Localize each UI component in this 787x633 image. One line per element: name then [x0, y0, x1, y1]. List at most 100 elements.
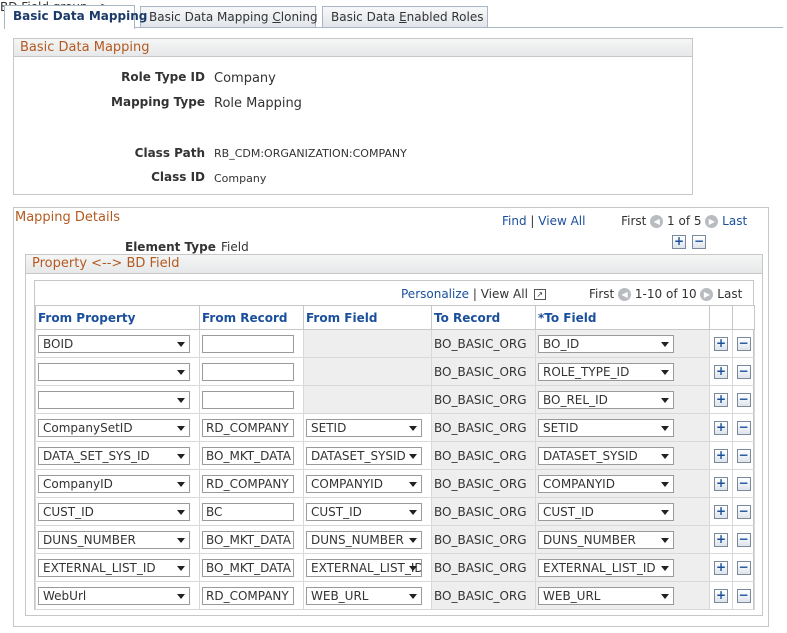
minus-icon[interactable]: −: [736, 420, 751, 435]
from-field-select[interactable]: DUNS_NUMBER: [306, 530, 422, 549]
from-property-select[interactable]: EXTERNAL_LIST_ID: [38, 558, 190, 577]
from-record-input[interactable]: [202, 334, 294, 353]
to-record-cell: BO_BASIC_ORG: [431, 553, 536, 582]
plus-icon[interactable]: +: [714, 420, 728, 435]
column-header-from-field[interactable]: From Field: [303, 305, 432, 330]
tab-label: nabled Roles: [406, 10, 484, 24]
remove-cell: −: [732, 525, 755, 554]
nav-separator: |: [530, 214, 535, 228]
to-field-select[interactable]: BO_ID: [538, 334, 674, 353]
from-property-select[interactable]: [38, 390, 190, 409]
arrow-right-icon[interactable]: ▶: [700, 288, 714, 301]
to-field-select[interactable]: ROLE_TYPE_ID: [538, 362, 674, 381]
from-record-input[interactable]: RD_COMPANY: [202, 418, 294, 437]
plus-icon[interactable]: +: [714, 560, 728, 575]
to-field-select[interactable]: COMPANYID: [538, 474, 674, 493]
from-field-select[interactable]: DATASET_SYSID: [306, 446, 422, 465]
minus-icon[interactable]: −: [736, 364, 751, 379]
from-property-select[interactable]: CompanyID: [38, 474, 190, 493]
from-property-select[interactable]: WebUrl: [38, 586, 190, 605]
plus-icon[interactable]: +: [714, 364, 728, 379]
from-record-input[interactable]: [202, 390, 294, 409]
minus-icon[interactable]: −: [736, 476, 751, 491]
tab-basic-data-mapping-cloning[interactable]: Basic Data Mapping Cloning: [140, 6, 318, 27]
minus-icon[interactable]: −: [736, 448, 751, 463]
from-record-cell: BO_MKT_DATA: [199, 525, 304, 554]
from-property-select[interactable]: DATA_SET_SYS_ID: [38, 446, 190, 465]
plus-icon[interactable]: +: [714, 504, 728, 519]
view-all-text[interactable]: View All: [481, 287, 528, 301]
plus-icon[interactable]: +: [714, 476, 728, 491]
class-path-label: Class Path: [134, 146, 205, 160]
minus-icon[interactable]: −: [736, 336, 751, 351]
to-record-cell: BO_BASIC_ORG: [431, 413, 536, 442]
to-field-select[interactable]: EXTERNAL_LIST_ID: [538, 558, 674, 577]
column-header-from-record[interactable]: From Record: [199, 305, 304, 330]
arrow-left-icon[interactable]: ◀: [618, 288, 632, 301]
column-header-to-record[interactable]: To Record: [431, 305, 536, 330]
tab-basic-data-mapping[interactable]: Basic Data Mapping: [4, 5, 147, 29]
from-field-select[interactable]: CUST_ID: [306, 502, 422, 521]
from-record-input[interactable]: RD_COMPANY: [202, 586, 294, 605]
from-property-cell: WebUrl: [35, 581, 200, 610]
from-property-select[interactable]: [38, 362, 190, 381]
from-field-cell: DATASET_SYSID: [303, 441, 432, 470]
remove-cell: −: [732, 497, 755, 526]
plus-icon[interactable]: +: [672, 235, 686, 249]
from-record-input[interactable]: BO_MKT_DATA: [202, 530, 294, 549]
from-field-select[interactable]: WEB_URL: [306, 586, 422, 605]
from-field-select[interactable]: SETID: [306, 418, 422, 437]
to-field-select[interactable]: CUST_ID: [538, 502, 674, 521]
column-header-to-field[interactable]: *To Field: [535, 305, 710, 330]
from-record-input[interactable]: BC: [202, 502, 294, 521]
from-property-select[interactable]: CompanySetID: [38, 418, 190, 437]
tab-basic-data-enabled-roles[interactable]: Basic Data Enabled Roles: [322, 6, 488, 27]
minus-icon[interactable]: −: [736, 504, 751, 519]
from-property-select[interactable]: CUST_ID: [38, 502, 190, 521]
view-all-link[interactable]: View All: [538, 214, 585, 228]
minus-icon[interactable]: −: [736, 532, 751, 547]
remove-cell: −: [732, 441, 755, 470]
minus-icon[interactable]: −: [692, 235, 706, 249]
from-record-input[interactable]: [202, 362, 294, 381]
plus-icon[interactable]: +: [714, 448, 728, 463]
plus-icon[interactable]: +: [714, 532, 728, 547]
minus-icon[interactable]: −: [736, 560, 751, 575]
arrow-right-icon[interactable]: ▶: [705, 215, 719, 228]
minus-icon[interactable]: −: [736, 588, 751, 603]
plus-icon[interactable]: +: [714, 392, 728, 407]
remove-cell: −: [732, 329, 755, 358]
from-property-select[interactable]: DUNS_NUMBER: [38, 530, 190, 549]
to-record-cell: BO_BASIC_ORG: [431, 441, 536, 470]
table-row: CUST_ID BC CUST_ID BO_BASIC_ORG CUST_ID + −: [35, 497, 755, 526]
from-record-input[interactable]: BO_MKT_DATA: [202, 446, 294, 465]
popout-icon[interactable]: ↗: [533, 289, 546, 300]
from-field-select[interactable]: EXTERNAL_LIST_ID: [306, 558, 422, 577]
from-record-input[interactable]: BO_MKT_DATA: [202, 558, 294, 577]
last-link[interactable]: Last: [722, 214, 747, 228]
from-record-input[interactable]: RD_COMPANY: [202, 474, 294, 493]
minus-icon[interactable]: −: [736, 392, 751, 407]
to-field-select[interactable]: DUNS_NUMBER: [538, 530, 674, 549]
mapping-type-label: Mapping Type: [111, 95, 205, 109]
plus-icon[interactable]: +: [714, 336, 728, 351]
personalize-link[interactable]: Personalize: [401, 287, 469, 301]
to-field-select[interactable]: BO_REL_ID: [538, 390, 674, 409]
plus-icon[interactable]: +: [714, 588, 728, 603]
to-field-cell: DATASET_SYSID: [535, 441, 710, 470]
grid-toolbar: Personalize | View All ↗ First ◀ 1-10 of…: [35, 281, 753, 305]
tab-label: Basic Data Mapping: [149, 10, 273, 24]
to-record-value: BO_BASIC_ORG: [434, 532, 527, 547]
from-record-cell: RD_COMPANY: [199, 581, 304, 610]
to-field-select[interactable]: SETID: [538, 418, 674, 437]
arrow-left-icon[interactable]: ◀: [650, 215, 664, 228]
from-field-select[interactable]: COMPANYID: [306, 474, 422, 493]
to-field-select[interactable]: WEB_URL: [538, 586, 674, 605]
from-property-cell: BOID: [35, 329, 200, 358]
to-field-select[interactable]: DATASET_SYSID: [538, 446, 674, 465]
add-cell: +: [709, 413, 733, 442]
from-field-cell: CUST_ID: [303, 497, 432, 526]
from-property-select[interactable]: BOID: [38, 334, 190, 353]
column-header-from-property[interactable]: From Property: [35, 305, 200, 330]
find-link[interactable]: Find: [502, 214, 527, 228]
